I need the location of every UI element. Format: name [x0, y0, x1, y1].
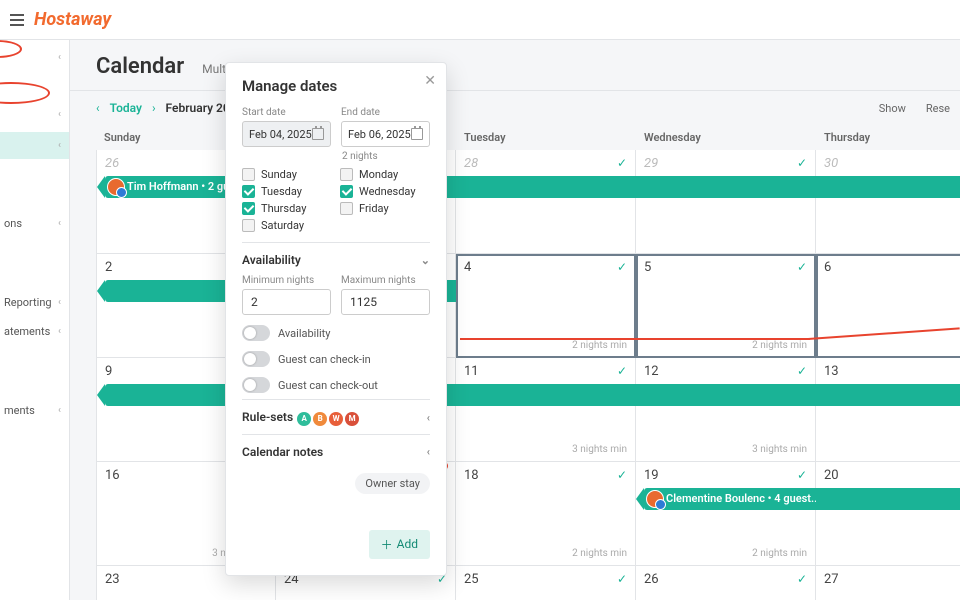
day-cell[interactable]: 25✓ — [456, 566, 636, 600]
ruleset-badge: M — [345, 412, 359, 426]
rulesets-header[interactable]: Rule-setsABWM ‹ — [242, 410, 430, 426]
ruleset-badge: A — [297, 412, 311, 426]
today-button[interactable]: Today — [110, 101, 142, 115]
weekday-checkbox[interactable]: Thursday — [242, 202, 332, 215]
check-icon: ✓ — [617, 156, 627, 170]
calendar-icon — [411, 128, 423, 140]
check-icon: ✓ — [797, 364, 807, 378]
day-cell[interactable]: 11✓3 nights min — [456, 358, 636, 462]
check-icon: ✓ — [617, 364, 627, 378]
ruleset-badge: B — [313, 412, 327, 426]
ruleset-badge: W — [329, 412, 343, 426]
day-cell[interactable]: 62 nig — [816, 254, 960, 358]
day-cell[interactable]: 26✓ — [636, 566, 816, 600]
day-cell[interactable]: 28✓ — [456, 150, 636, 254]
reset-button[interactable]: Rese — [926, 102, 950, 115]
plus-icon: ＋ — [381, 536, 393, 553]
availability-header[interactable]: Availability⌄ — [242, 253, 430, 267]
next-icon[interactable]: › — [152, 101, 156, 115]
sidebar-item[interactable]: atements‹ — [0, 317, 69, 346]
menu-icon[interactable] — [10, 14, 24, 26]
toggle[interactable] — [242, 325, 270, 341]
topbar: Hostaway — [0, 0, 960, 40]
day-cell[interactable]: 5✓2 nights min — [636, 254, 816, 358]
popover-title: Manage dates — [242, 77, 430, 95]
dayname: Tuesday — [456, 125, 636, 150]
day-cell[interactable]: 4✓2 nights min — [456, 254, 636, 358]
weekday-checkbox[interactable]: Tuesday — [242, 185, 332, 198]
check-icon: ✓ — [617, 468, 627, 482]
manage-dates-popover: ✕ Manage dates Start date Feb 04, 2025 E… — [225, 62, 447, 576]
chevron-down-icon: ⌄ — [421, 254, 430, 267]
reservation-bar[interactable] — [816, 488, 960, 510]
toggle[interactable] — [242, 351, 270, 367]
owner-stay-chip[interactable]: Owner stay — [355, 473, 430, 494]
min-nights-text: 2 nights min — [572, 548, 627, 559]
max-nights-input[interactable]: 1125 — [341, 289, 430, 315]
check-icon: ✓ — [797, 156, 807, 170]
day-cell[interactable]: 202 nig — [816, 462, 960, 566]
close-icon[interactable]: ✕ — [424, 73, 436, 89]
sidebar-item[interactable]: ‹ — [0, 132, 69, 159]
add-button[interactable]: ＋Add — [369, 530, 430, 559]
min-nights-text: 2 nights min — [752, 340, 807, 351]
reservation-bar[interactable] — [636, 176, 816, 198]
day-cell[interactable]: 18✓2 nights min — [456, 462, 636, 566]
day-cell[interactable]: 29✓ — [636, 150, 816, 254]
logo: Hostaway — [34, 9, 111, 30]
nights-text: 2 nights — [342, 151, 430, 162]
min-nights-text: 2 nights min — [572, 340, 627, 351]
page-title: Calendar — [96, 54, 184, 79]
dayname: Thursday — [816, 125, 960, 150]
avatar — [646, 490, 664, 508]
chevron-left-icon: ‹ — [427, 445, 430, 458]
calendar-notes-header[interactable]: Calendar notes‹ — [242, 445, 430, 459]
check-icon: ✓ — [797, 468, 807, 482]
reservation-bar[interactable] — [636, 384, 816, 406]
avatar — [107, 178, 125, 196]
check-icon: ✓ — [617, 572, 627, 586]
reservation-bar[interactable] — [456, 176, 636, 198]
sidebar-item[interactable]: Reporting‹ — [0, 288, 69, 317]
toggle[interactable] — [242, 377, 270, 393]
check-icon: ✓ — [797, 260, 807, 274]
sidebar: ‹ ‹ ‹ ons‹ Reporting‹ atements‹ ments‹ — [0, 40, 70, 600]
min-nights-text: 3 nights min — [572, 444, 627, 455]
weekday-checkbox[interactable]: Saturday — [242, 219, 332, 232]
prev-icon[interactable]: ‹ — [96, 101, 100, 115]
reservation-bar[interactable] — [816, 176, 960, 198]
weekday-checkbox[interactable]: Friday — [340, 202, 430, 215]
show-button[interactable]: Show — [879, 102, 906, 115]
check-icon: ✓ — [617, 260, 627, 274]
day-cell[interactable]: 133 nig — [816, 358, 960, 462]
day-cell[interactable]: 27 — [816, 566, 960, 600]
sidebar-item[interactable]: ‹ — [0, 44, 69, 71]
end-date-input[interactable]: Feb 06, 2025 — [341, 121, 430, 147]
day-cell[interactable]: 30 — [816, 150, 960, 254]
check-icon: ✓ — [797, 572, 807, 586]
day-cell[interactable]: 12✓3 nights min — [636, 358, 816, 462]
reservation-bar[interactable]: Clementine Boulenc • 4 guest... — [644, 488, 816, 510]
chevron-left-icon: ‹ — [427, 411, 430, 424]
min-nights-input[interactable]: 2 — [242, 289, 331, 315]
reservation-bar[interactable] — [456, 384, 636, 406]
sidebar-item[interactable]: ments‹ — [0, 396, 69, 425]
calendar-icon — [312, 128, 324, 140]
weekday-checkbox[interactable]: Monday — [340, 168, 430, 181]
start-date-label: Start date — [242, 107, 331, 118]
min-nights-text: 3 nights min — [752, 444, 807, 455]
start-date-input[interactable]: Feb 04, 2025 — [242, 121, 331, 147]
weekday-checkbox[interactable]: Wednesday — [340, 185, 430, 198]
weekday-checkbox[interactable]: Sunday — [242, 168, 332, 181]
end-date-label: End date — [341, 107, 430, 118]
main: Calendar Multi Monthly Yearly ‹ Today › … — [70, 40, 960, 600]
dayname: Wednesday — [636, 125, 816, 150]
day-cell[interactable]: 19✓2 nights minClementine Boulenc • 4 gu… — [636, 462, 816, 566]
min-nights-text: 2 nights min — [752, 548, 807, 559]
sidebar-item[interactable]: ons‹ — [0, 209, 69, 238]
reservation-bar[interactable] — [816, 384, 960, 406]
